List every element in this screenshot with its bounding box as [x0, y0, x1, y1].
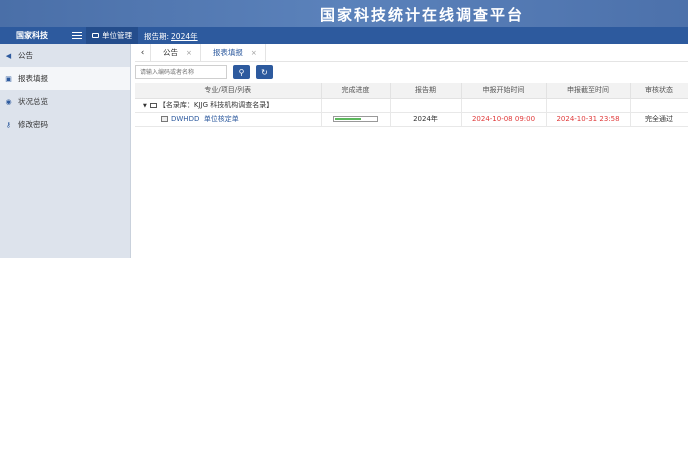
tree-node[interactable]: ▼ 【名录库：KJJG 科技机构调查名录】: [135, 98, 322, 113]
sidebar-item-status-overview[interactable]: ◉ 状况总览: [0, 90, 130, 113]
progress-cell: [321, 112, 391, 127]
form-name[interactable]: 单位核定单: [204, 115, 239, 123]
period-label: 报告期:: [144, 32, 170, 41]
table-header-row: 专业/项目/列表 完成进度 报告期 申报开始时间 申报截至时间 审核状态: [135, 83, 688, 99]
brand-label: 国家科技: [16, 31, 48, 40]
tab-label: 公告: [163, 48, 178, 57]
sidebar-item-label: 修改密码: [18, 120, 48, 129]
group-label: 【名录库：KJJG 科技机构调查名录】: [158, 101, 274, 109]
form-code[interactable]: DWHDD: [171, 115, 199, 123]
column-header: 专业/项目/列表: [135, 83, 322, 99]
close-icon[interactable]: ×: [251, 49, 257, 57]
sidebar-item-change-password[interactable]: ⚷ 修改密码: [0, 113, 130, 136]
column-header: 报告期: [390, 83, 462, 99]
refresh-icon: ↻: [261, 67, 268, 77]
close-icon[interactable]: ×: [186, 49, 192, 57]
form-cell[interactable]: DWHDD 单位核定单: [135, 112, 322, 127]
sidebar: ◀ 公告 ▣ 报表填报 ◉ 状况总览 ⚷ 修改密码: [0, 44, 131, 258]
key-icon: ⚷: [5, 120, 12, 129]
sidebar-item-announcement[interactable]: ◀ 公告: [0, 44, 130, 67]
module-tab-unit-management[interactable]: 单位管理: [86, 27, 138, 44]
document-icon: [161, 116, 168, 122]
progress-bar: [333, 116, 378, 122]
toolbar: ⚲ ↻: [135, 65, 273, 79]
report-table: 专业/项目/列表 完成进度 报告期 申报开始时间 申报截至时间 审核状态 ▼ 【名…: [135, 83, 688, 127]
column-header: 申报截至时间: [546, 83, 631, 99]
end-time-cell: 2024-10-31 23:58: [546, 112, 631, 127]
start-time-cell: 2024-10-08 09:00: [461, 112, 547, 127]
column-header: 申报开始时间: [461, 83, 547, 99]
sidebar-item-label: 状况总览: [18, 97, 48, 106]
report-period: 报告期: 2024年: [144, 31, 198, 42]
caret-down-icon[interactable]: ▼: [143, 103, 147, 109]
eye-icon: ◉: [5, 97, 12, 106]
tab-bar: ‹ 公告 × 报表填报 ×: [135, 44, 688, 62]
sidebar-item-label: 公告: [18, 51, 33, 60]
refresh-button[interactable]: ↻: [256, 65, 273, 79]
module-tab-label: 单位管理: [102, 31, 132, 40]
platform-title: 国家科技统计在线调查平台: [320, 6, 525, 24]
period-cell: 2024年: [390, 112, 462, 127]
folder-icon: [149, 102, 157, 108]
search-input[interactable]: [135, 65, 227, 79]
column-header: 完成进度: [321, 83, 391, 99]
chevron-left-icon[interactable]: ‹: [135, 44, 151, 61]
table-group-row[interactable]: ▼ 【名录库：KJJG 科技机构调查名录】: [135, 98, 688, 113]
search-button[interactable]: ⚲: [233, 65, 250, 79]
briefcase-icon: [92, 33, 99, 38]
status-cell: 完全通过: [630, 112, 688, 127]
header-banner: 国家科技统计在线调查平台: [0, 0, 688, 27]
period-value[interactable]: 2024年: [171, 32, 198, 41]
megaphone-icon: ◀: [5, 51, 12, 60]
sidebar-item-label: 报表填报: [18, 74, 48, 83]
tab-announcement[interactable]: 公告 ×: [151, 44, 200, 61]
progress-fill: [335, 118, 361, 120]
search-icon: ⚲: [238, 67, 245, 77]
table-row[interactable]: DWHDD 单位核定单 2024年 2024-10-08 09:00 2024-…: [135, 112, 688, 127]
top-navbar: 国家科技 单位管理 报告期: 2024年: [0, 27, 688, 44]
form-icon: ▣: [5, 74, 12, 83]
tab-report-filling[interactable]: 报表填报 ×: [199, 44, 266, 61]
column-header: 审核状态: [630, 83, 688, 99]
sidebar-item-report-filling[interactable]: ▣ 报表填报: [0, 67, 130, 90]
tab-label: 报表填报: [212, 48, 243, 57]
menu-toggle-icon[interactable]: [72, 32, 82, 40]
